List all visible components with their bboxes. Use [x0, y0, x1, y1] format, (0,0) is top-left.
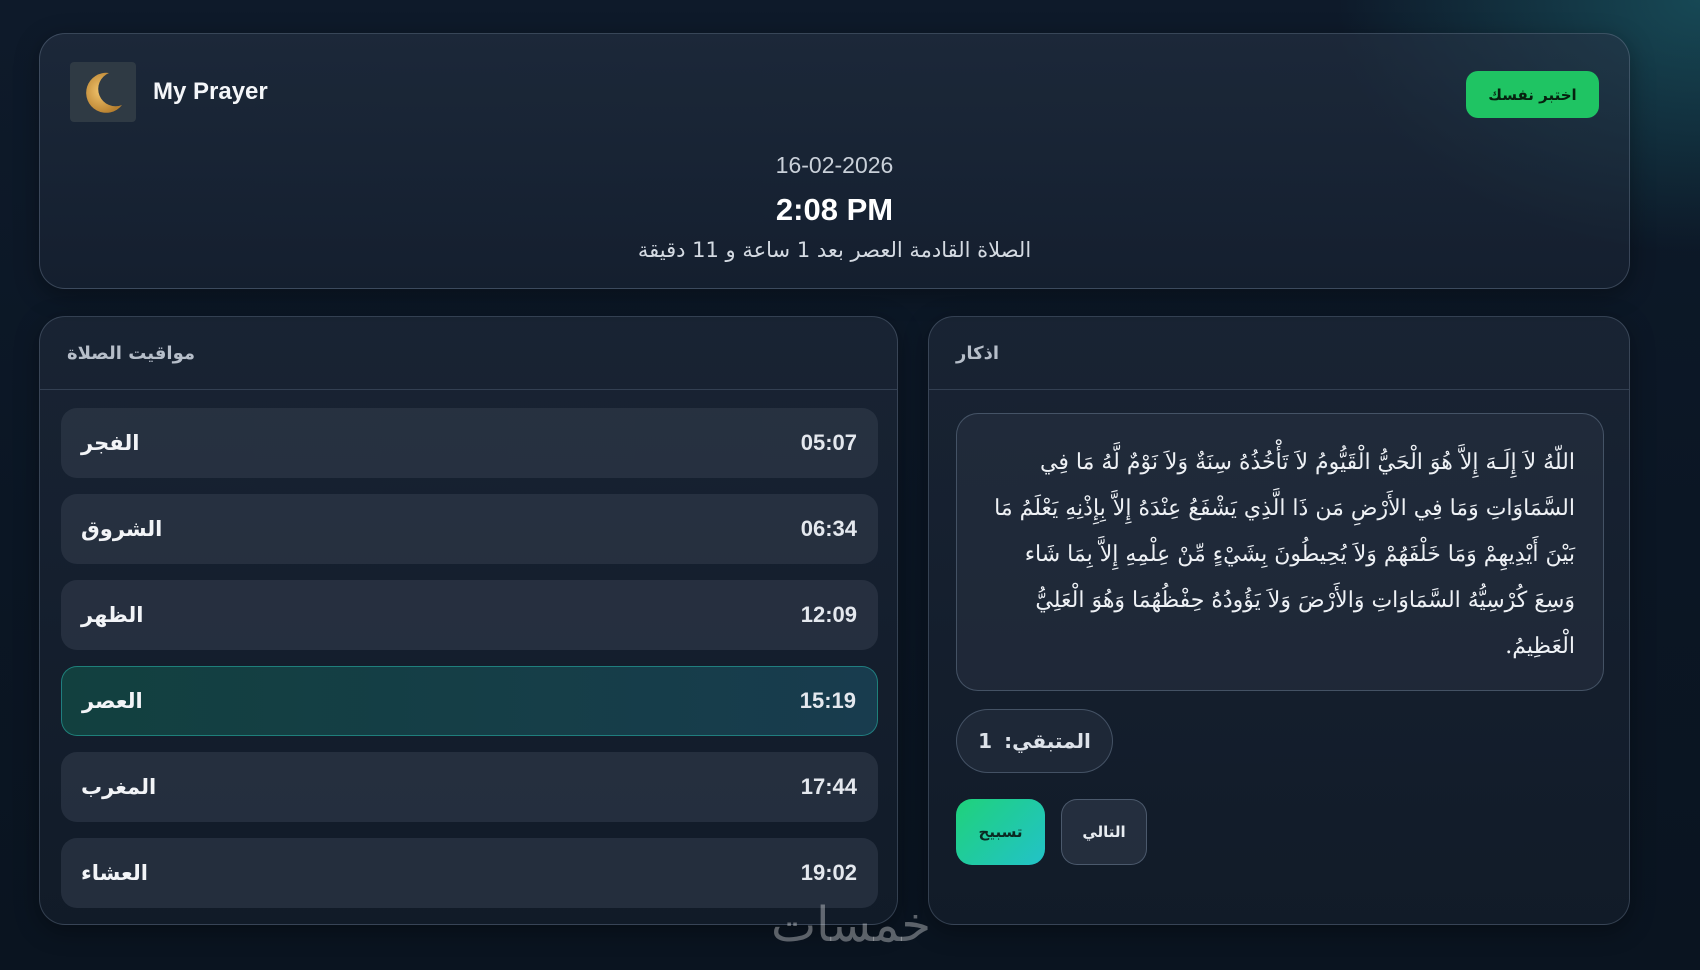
prayer-name: الفجر [81, 431, 140, 455]
azkar-title: اذكار [929, 317, 1629, 390]
prayer-name: الظهر [81, 603, 144, 627]
prayer-times-panel: مواقيت الصلاة الفجر 05:07 الشروق 06:34 ا… [39, 316, 898, 925]
prayer-row-asr-active: العصر 15:19 [61, 666, 878, 736]
prayer-name: المغرب [81, 775, 157, 799]
next-dhikr-button[interactable]: التالي [1061, 799, 1147, 865]
prayer-list: الفجر 05:07 الشروق 06:34 الظهر 12:09 الع… [61, 408, 878, 924]
remaining-count: 1 [978, 729, 993, 753]
prayer-row-dhuhr: الظهر 12:09 [61, 580, 878, 650]
prayer-name: العصر [82, 689, 143, 713]
prayer-time: 05:07 [800, 430, 857, 455]
prayer-row-fajr: الفجر 05:07 [61, 408, 878, 478]
test-yourself-button[interactable]: اختبر نفسك [1466, 71, 1599, 118]
next-prayer-text: الصلاة القادمة العصر بعد 1 ساعة و 11 دقي… [637, 238, 1032, 262]
watermark-logo: خمسات [770, 897, 932, 953]
prayer-time: 06:34 [800, 516, 857, 541]
current-time: 2:08 PM [775, 192, 894, 227]
crescent-moon-icon [70, 62, 136, 122]
header-card: My Prayer اختبر نفسك 16-02-2026 2:08 PM … [39, 33, 1630, 289]
brand: My Prayer [70, 62, 268, 122]
prayer-row-maghrib: المغرب 17:44 [61, 752, 878, 822]
prayer-row-shurooq: الشروق 06:34 [61, 494, 878, 564]
prayer-time: 17:44 [800, 774, 857, 799]
prayer-times-title: مواقيت الصلاة [40, 317, 897, 390]
prayer-name: العشاء [81, 861, 148, 885]
remaining-label: المتبقي: [1004, 729, 1091, 753]
prayer-time: 15:19 [799, 688, 856, 713]
dhikr-text: اللّهُ لاَ إِلَـهَ إِلاَّ هُوَ الْحَيُّ … [956, 413, 1604, 691]
azkar-panel: اذكار اللّهُ لاَ إِلَـهَ إِلاَّ هُوَ الْ… [928, 316, 1630, 925]
prayer-name: الشروق [81, 517, 163, 541]
tasbih-button[interactable]: تسبيح [956, 799, 1045, 865]
app-title: My Prayer [153, 78, 268, 105]
remaining-counter: المتبقي: 1 [956, 709, 1113, 773]
prayer-time: 12:09 [800, 602, 857, 627]
current-date: 16-02-2026 [775, 152, 894, 178]
prayer-time: 19:02 [800, 860, 857, 885]
